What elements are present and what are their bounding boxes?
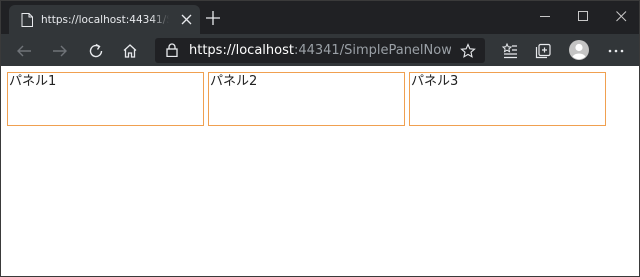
lock-icon[interactable]	[166, 43, 178, 57]
close-window-button[interactable]	[599, 1, 639, 31]
browser-window: https://localhost:44341/SimplePanelNowra…	[0, 0, 640, 277]
url-scheme: https://	[189, 43, 236, 58]
panel-3: パネル3	[409, 72, 606, 126]
panel-row: パネル1 パネル2 パネル3	[7, 72, 610, 126]
url-text[interactable]: https://localhost:44341/SimplePanelNowra…	[189, 42, 451, 59]
panel-1: パネル1	[7, 72, 204, 126]
reload-icon[interactable]	[87, 42, 105, 60]
arrow-right-icon[interactable]	[51, 42, 69, 60]
panel-label: パネル3	[411, 74, 459, 89]
collections-icon[interactable]	[534, 42, 552, 60]
panel-label: パネル1	[9, 74, 57, 89]
home-icon[interactable]	[121, 42, 139, 60]
favorites-icon[interactable]	[501, 42, 519, 60]
close-tab-icon[interactable]	[181, 14, 192, 25]
url-host: localhost	[235, 43, 294, 58]
page-content: パネル1 パネル2 パネル3	[1, 66, 639, 276]
close-icon	[616, 11, 627, 22]
tab-active[interactable]: https://localhost:44341/SimplePanelNowra…	[9, 5, 200, 34]
address-bar[interactable]: https://localhost:44341/SimplePanelNowra…	[155, 38, 485, 63]
page-icon	[21, 13, 33, 27]
tab-strip: https://localhost:44341/SimplePanelNowra…	[1, 1, 639, 34]
more-icon[interactable]	[607, 42, 625, 60]
profile-icon[interactable]	[569, 40, 589, 60]
panel-2: パネル2	[208, 72, 405, 126]
new-tab-icon[interactable]	[206, 11, 220, 25]
maximize-icon	[578, 11, 588, 21]
minimize-icon	[540, 16, 550, 17]
arrow-left-icon[interactable]	[15, 42, 33, 60]
tab-title: https://localhost:44341/SimplePanelNowra…	[41, 13, 169, 27]
url-path: :44341/SimplePanelNowra...	[293, 43, 451, 58]
panel-label: パネル2	[210, 74, 258, 89]
navigation-toolbar: https://localhost:44341/SimplePanelNowra…	[1, 34, 639, 66]
star-icon[interactable]	[460, 43, 476, 59]
